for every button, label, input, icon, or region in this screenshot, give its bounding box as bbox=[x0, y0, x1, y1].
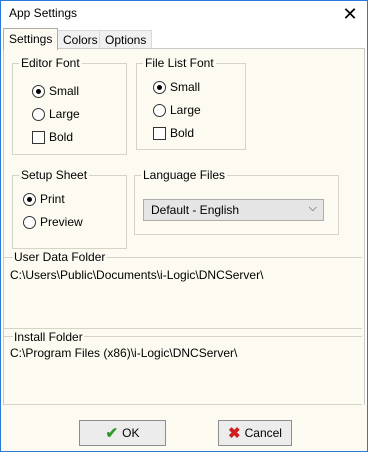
file-list-font-large-option[interactable]: Large bbox=[153, 103, 201, 117]
install-folder-box: Install Folder C:\Program Files (x86)\i-… bbox=[4, 330, 362, 405]
file-list-font-large-radio[interactable] bbox=[153, 103, 166, 117]
setup-sheet-group: Setup Sheet Print Preview bbox=[12, 168, 127, 249]
title-bar: App Settings ✕ bbox=[1, 1, 367, 27]
setup-sheet-print-option[interactable]: Print bbox=[23, 192, 65, 206]
editor-font-large-option[interactable]: Large bbox=[32, 107, 80, 121]
editor-font-group: Editor Font Small Large Bold bbox=[12, 56, 127, 155]
user-data-folder-label: User Data Folder bbox=[13, 250, 107, 264]
settings-panel: Editor Font Small Large Bold File List F… bbox=[3, 48, 365, 406]
file-list-font-group: File List Font Small Large Bold bbox=[136, 56, 246, 150]
file-list-font-bold-label: Bold bbox=[170, 126, 195, 140]
language-files-legend: Language Files bbox=[141, 168, 228, 182]
file-list-font-legend: File List Font bbox=[143, 56, 216, 70]
button-bar: ✔ OK ✖ Cancel bbox=[1, 405, 367, 451]
file-list-font-bold-checkbox[interactable] bbox=[153, 126, 166, 140]
user-data-folder-path: C:\Users\Public\Documents\i-Logic\DNCSer… bbox=[10, 268, 264, 282]
close-icon[interactable]: ✕ bbox=[333, 1, 367, 27]
language-select[interactable]: Default - English ⌵ bbox=[143, 199, 324, 221]
tab-settings[interactable]: Settings bbox=[3, 28, 59, 50]
cancel-x-icon: ✖ bbox=[228, 425, 241, 442]
install-folder-label: Install Folder bbox=[13, 330, 84, 344]
file-list-font-bold-option[interactable]: Bold bbox=[153, 126, 194, 140]
editor-font-bold-option[interactable]: Bold bbox=[32, 130, 73, 144]
setup-sheet-print-label: Print bbox=[40, 192, 65, 206]
editor-font-legend: Editor Font bbox=[19, 56, 82, 70]
file-list-font-large-label: Large bbox=[170, 103, 201, 117]
app-settings-window: App Settings ✕ Settings Colors Options E… bbox=[0, 0, 368, 452]
editor-font-small-label: Small bbox=[49, 84, 80, 98]
install-folder-path: C:\Program Files (x86)\i-Logic\DNCServer… bbox=[10, 346, 238, 360]
ok-button-label: OK bbox=[122, 426, 140, 440]
editor-font-bold-checkbox[interactable] bbox=[32, 130, 45, 144]
tab-colors[interactable]: Colors bbox=[57, 30, 104, 49]
checkmark-icon: ✔ bbox=[105, 425, 119, 442]
file-list-font-small-label: Small bbox=[170, 80, 201, 94]
language-select-value: Default - English bbox=[151, 203, 240, 217]
file-list-font-small-option[interactable]: Small bbox=[153, 80, 200, 94]
editor-font-small-option[interactable]: Small bbox=[32, 84, 79, 98]
setup-sheet-legend: Setup Sheet bbox=[19, 168, 90, 182]
setup-sheet-preview-radio[interactable] bbox=[23, 215, 36, 229]
file-list-font-small-radio[interactable] bbox=[153, 80, 166, 94]
setup-sheet-print-radio[interactable] bbox=[23, 192, 36, 206]
editor-font-large-label: Large bbox=[49, 107, 80, 121]
editor-font-large-radio[interactable] bbox=[32, 107, 45, 121]
editor-font-small-radio[interactable] bbox=[32, 84, 45, 98]
chevron-down-icon[interactable]: ⌵ bbox=[309, 202, 317, 215]
editor-font-bold-label: Bold bbox=[49, 130, 74, 144]
tab-options[interactable]: Options bbox=[99, 30, 153, 49]
user-data-folder-box: User Data Folder C:\Users\Public\Documen… bbox=[4, 250, 362, 329]
language-files-group: Language Files Default - English ⌵ bbox=[134, 168, 339, 235]
ok-button[interactable]: ✔ OK bbox=[79, 420, 166, 446]
cancel-button[interactable]: ✖ Cancel bbox=[218, 420, 292, 446]
cancel-button-label: Cancel bbox=[244, 426, 282, 440]
setup-sheet-preview-option[interactable]: Preview bbox=[23, 215, 83, 229]
window-title: App Settings bbox=[9, 6, 78, 20]
setup-sheet-preview-label: Preview bbox=[40, 215, 83, 229]
